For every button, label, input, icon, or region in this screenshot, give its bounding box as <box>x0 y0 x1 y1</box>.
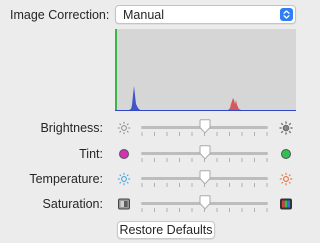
histogram-green-channel <box>115 29 117 111</box>
saturation-label: Saturation: <box>42 197 103 211</box>
grayscale-icon <box>117 197 131 211</box>
restore-defaults-button[interactable]: Restore Defaults <box>117 221 215 239</box>
brightness-slider-thumb[interactable] <box>198 119 212 134</box>
tint-label: Tint: <box>79 147 103 161</box>
up-down-chevron-icon[interactable] <box>280 8 293 21</box>
brightness-label: Brightness: <box>40 121 103 135</box>
histogram-blue-channel <box>129 86 140 110</box>
color-bars-icon <box>279 197 293 211</box>
tint-slider-thumb[interactable] <box>198 145 212 160</box>
magenta-dot-icon <box>117 147 131 161</box>
temperature-label: Temperature: <box>29 172 103 186</box>
histogram-red-channel <box>228 98 241 110</box>
temperature-slider-thumb[interactable] <box>198 170 212 185</box>
sun-cool-icon <box>117 172 131 186</box>
green-dot-icon <box>279 147 293 161</box>
image-correction-select[interactable]: Manual <box>115 5 296 24</box>
image-correction-label: Image Correction: <box>10 8 110 22</box>
image-correction-value: Manual <box>123 8 164 22</box>
saturation-slider-thumb[interactable] <box>198 195 212 210</box>
sun-dim-icon <box>117 121 131 135</box>
histogram <box>115 29 296 111</box>
sun-bright-icon <box>279 121 293 135</box>
sun-warm-icon <box>279 172 293 186</box>
